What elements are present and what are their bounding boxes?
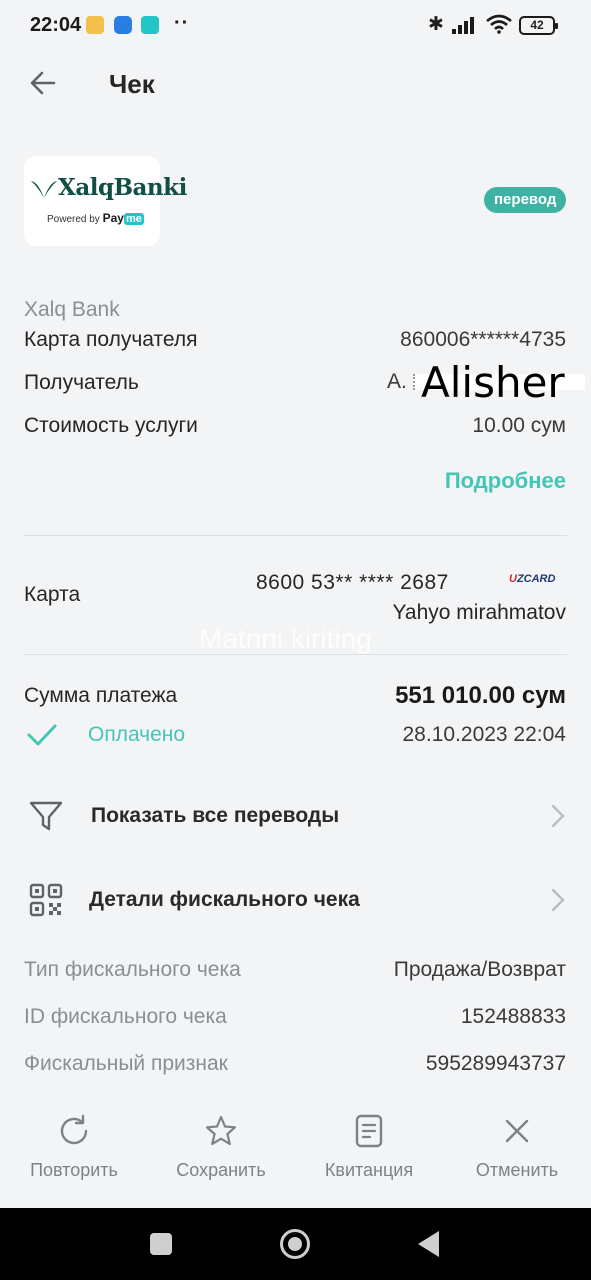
more-details-link[interactable]: Подробнее [445, 468, 566, 494]
status-time: 22:04 [30, 14, 82, 36]
fiscal-type-value: Продажа/Возврат [393, 958, 566, 981]
chevron-right-icon [551, 888, 565, 912]
system-navigation-bar [0, 1208, 591, 1280]
back-arrow-icon[interactable] [28, 68, 58, 98]
receipt-label: Квитанция [324, 1160, 414, 1180]
payment-status: Оплачено [88, 723, 186, 746]
filter-icon [29, 801, 63, 831]
uzcard-logo: UZCARD [509, 573, 556, 585]
back-icon[interactable] [418, 1231, 439, 1257]
app-header: Чек [0, 52, 591, 114]
divider [24, 654, 567, 655]
card-label: Карта [24, 583, 81, 606]
more-notifications-icon: ·· [174, 12, 190, 34]
star-icon [205, 1115, 237, 1146]
save-label: Сохранить [176, 1160, 266, 1180]
repeat-button[interactable]: Повторить [9, 1114, 139, 1194]
fiscal-sign-value: 595289943737 [425, 1052, 566, 1075]
cancel-button[interactable]: Отменить [452, 1114, 582, 1194]
qr-code-icon [29, 883, 63, 917]
card-holder: Yahyo mirahmatov [392, 601, 566, 624]
repeat-label: Повторить [30, 1160, 118, 1180]
save-button[interactable]: Сохранить [156, 1114, 286, 1194]
show-all-transfers-row[interactable]: Показать все переводы [0, 784, 591, 848]
cost-value: 10.00 сум [472, 414, 566, 437]
notification-app-icon [86, 16, 104, 34]
chevron-right-icon [551, 804, 565, 828]
check-icon [27, 724, 57, 746]
logo-text: XalqBanki [58, 174, 187, 201]
refresh-icon [60, 1114, 88, 1145]
card-number: 8600 53** **** 2687 [256, 571, 449, 594]
transaction-type-badge: перевод [484, 187, 567, 213]
fiscal-id-label: ID фискального чека [24, 1005, 227, 1028]
bluetooth-icon: ✱ [428, 14, 444, 35]
bottom-action-bar: Повторить Сохранить Квитанция Отменить [0, 1100, 591, 1208]
payment-datetime: 28.10.2023 22:04 [402, 723, 567, 746]
notification-app-icon [141, 16, 159, 34]
fiscal-id-value: 152488833 [460, 1005, 566, 1028]
sum-value: 551 010.00 сум [395, 682, 566, 709]
merchant-logo: XalqBanki Powered by Pay me [24, 156, 187, 246]
status-bar: 22:04 ·· ✱ 42 [0, 0, 591, 52]
cost-label: Стоимость услуги [24, 414, 198, 437]
fiscal-type-label: Тип фискального чека [24, 958, 241, 981]
logo-powered-by: Powered by Pay me [47, 211, 144, 225]
document-icon [355, 1114, 383, 1148]
close-icon [505, 1119, 529, 1143]
sum-label: Сумма платежа [24, 684, 178, 707]
wifi-icon [486, 14, 512, 34]
page-title: Чек [109, 69, 155, 99]
show-all-transfers-label: Показать все переводы [91, 804, 340, 827]
cancel-label: Отменить [475, 1160, 559, 1180]
notification-app-icon [114, 16, 132, 34]
watermark-text: Matnni kiriting [199, 623, 372, 654]
home-icon[interactable] [280, 1229, 310, 1259]
recipient-label: Получатель [24, 371, 139, 394]
recipient-card-value: 860006******4735 [400, 328, 566, 351]
battery-icon: 42 [519, 16, 558, 35]
fiscal-sign-label: Фискальный признак [24, 1052, 228, 1075]
recipient-overlay-text: Alisher [421, 358, 565, 407]
recipient-card-label: Карта получателя [24, 328, 198, 351]
fiscal-details-row[interactable]: Детали фискального чека [0, 868, 591, 932]
xalq-bank-logo-icon [31, 181, 57, 198]
receipt-button[interactable]: Квитанция [304, 1114, 434, 1194]
fiscal-details-label: Детали фискального чека [89, 888, 360, 911]
divider [24, 535, 567, 536]
recipient-value: А. [387, 370, 407, 393]
provider-name: Xalq Bank [24, 298, 120, 321]
recent-apps-icon[interactable] [150, 1233, 172, 1255]
signal-icon [452, 16, 480, 34]
